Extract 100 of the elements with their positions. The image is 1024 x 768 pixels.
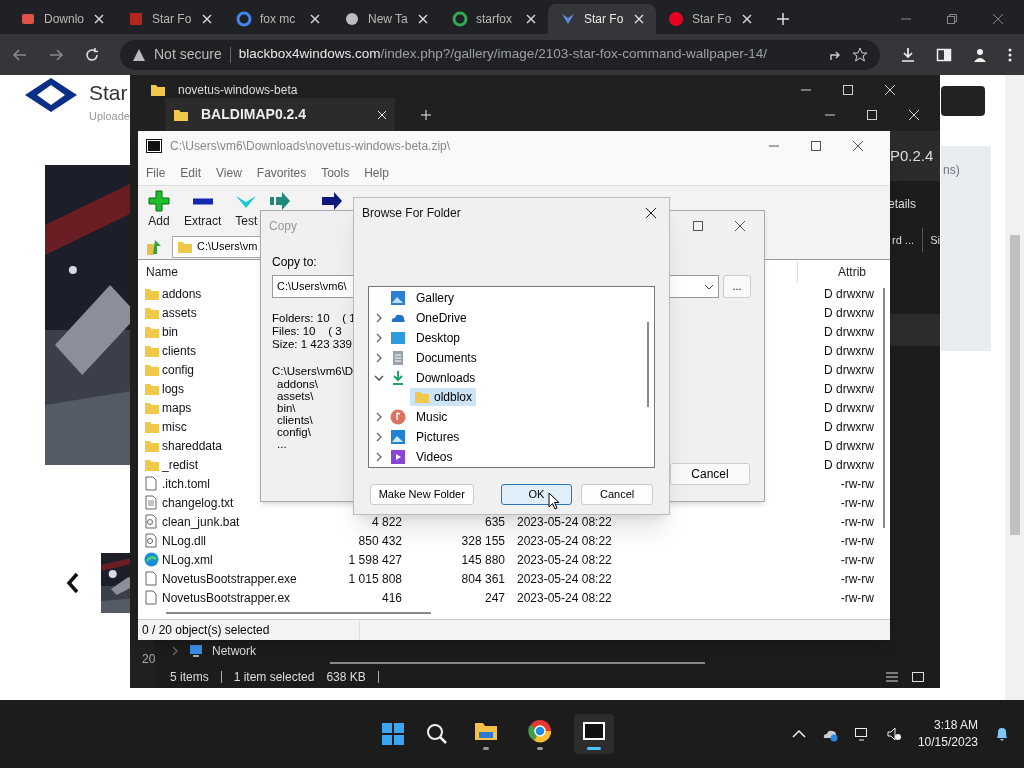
file-name[interactable]: NLog.xml [162,550,322,569]
browser-tab[interactable]: Star Fo [116,4,224,34]
close-icon [526,14,536,24]
scrollbar[interactable] [1005,75,1024,700]
gallery-icon [390,289,406,306]
video-icon [390,449,406,466]
windows-logo-icon [381,723,404,745]
chevron-right-icon [374,452,384,463]
search-icon [425,723,448,745]
folder-icon [144,362,160,377]
file-name[interactable]: NovetusBootstrapper.ex [162,588,322,607]
tree-item[interactable]: Downloads [412,368,480,387]
sidebar-icon [936,46,952,63]
selected-row[interactable] [890,314,940,346]
cancel-button[interactable]: Cancel [581,484,653,505]
tree-item[interactable]: Videos [412,448,457,467]
ok-button[interactable]: OK [500,484,573,505]
browser-tab[interactable]: fox mc [224,4,332,34]
toolbar-button[interactable]: Test [233,190,260,230]
attrib-cell-text: D drwxrw [824,418,875,436]
tree-item[interactable]: Pictures [412,428,464,447]
toolbar-button[interactable]: Add [146,190,172,230]
dialog-title: Copy [269,218,298,235]
attrib-cell-text: -rw-rw [840,589,875,607]
tree-item[interactable]: OneDrive [412,308,471,327]
desktop-icon [390,329,406,346]
modified-cell: 2023-05-24 08:22 [517,533,612,548]
mouse-cursor-icon [548,492,560,510]
status-text: 5 items [170,669,209,686]
attrib-cell-text: -rw-rw [840,551,875,569]
gear-file-icon [144,533,158,548]
browser-tab[interactable]: Star Fo [656,4,764,34]
file-name[interactable]: NovetusBootstrapper.exe [162,569,322,588]
source-item: bin\ [277,402,296,414]
maximize-icon [866,108,878,121]
music-icon [390,409,406,426]
clock-date[interactable]: 10/15/2023 [917,734,978,751]
mute-icon [885,726,902,742]
file-name[interactable]: changelog.txt [162,493,322,512]
network-icon [853,726,870,742]
chevron-up-icon [791,729,806,739]
column-header[interactable]: Si [930,231,940,249]
folder-icon [414,390,430,405]
folder-tree[interactable]: Gallery OneDrive Desktop Documents Downloads oldblox Music Pictures Videos [368,286,655,468]
explorer-tab-title[interactable]: novetus-windows-beta [178,81,364,99]
menu-item[interactable]: File [146,164,166,182]
close-icon [634,14,644,24]
column-header[interactable]: Name [146,263,246,281]
plus-icon [148,190,170,212]
new-folder-button[interactable]: Make New Folder [370,484,474,505]
dropdown-icon [704,282,714,291]
source-item: clients\ [277,414,313,426]
source-item: ... [277,438,287,450]
tree-item[interactable]: Gallery [412,288,458,307]
minus-icon [191,197,214,205]
column-header[interactable]: rd ... [892,231,914,249]
nav-item[interactable]: Network [212,642,256,660]
menu-item[interactable]: Tools [321,164,350,182]
close-icon [992,13,1004,25]
toolbar-button[interactable]: Extract [182,190,224,230]
tree-item[interactable]: Documents [412,348,481,367]
source-item: addons\ [277,378,318,390]
app-icon [146,139,162,153]
taskbar-app[interactable] [573,714,614,754]
page-button[interactable] [941,86,985,116]
browser-tab[interactable]: Downlo [8,4,116,34]
menu-item[interactable]: Help [364,164,389,182]
url-text: blackbox4windows.com/index.php?/gallery/image/2103-star-fox-command-wallpaper-14/ [238,45,767,64]
scrollbar-thumb[interactable] [166,612,431,614]
source-item: config\ [277,426,311,438]
browser-tab[interactable]: Star Fo [548,4,656,34]
menu-item[interactable]: Favorites [256,164,307,182]
tree-item[interactable]: Desktop [412,328,465,347]
menu-item[interactable]: View [216,164,242,182]
browse-button[interactable]: ... [723,275,751,298]
clock-time[interactable]: 3:18 AM [933,717,978,734]
packed-size-cell: 247 [484,590,505,605]
file-name[interactable]: NLog.dll [162,531,322,550]
file-icon [144,590,158,605]
file-name[interactable]: clean_junk.bat [162,512,322,531]
scrollbar-thumb[interactable] [330,662,705,664]
scrollbar-thumb[interactable] [883,288,885,528]
browser-tab[interactable]: starfox [440,4,548,34]
source-path: C:\Users\vm6\D [272,365,354,378]
window-title: C:\Users\vm6\Downloads\novetus-windows-beta.zip\ [170,138,452,155]
cancel-button[interactable]: Cancel [670,463,750,485]
folder-icon [144,419,160,434]
reload-icon [84,46,100,63]
column-header[interactable]: Attrib [838,263,882,281]
tree-item[interactable]: Music [412,408,452,427]
address-bar[interactable]: Not secure blackbox4windows.com/index.php?/gallery/image/2103-star-fox-command-wallpaper-14/ [120,39,880,70]
gear-file-icon [144,514,158,529]
folder-icon [144,438,160,453]
menu-item[interactable]: Edit [180,164,202,182]
attrib-cell-text: -rw-rw [840,475,875,493]
browser-tab[interactable]: New Ta [332,4,440,34]
modified-cell: 2023-05-24 08:22 [517,571,612,586]
attrib-cell-text: D drwxrw [824,342,875,360]
tree-item[interactable]: oldblox [410,388,477,407]
more-icon [1008,46,1012,63]
